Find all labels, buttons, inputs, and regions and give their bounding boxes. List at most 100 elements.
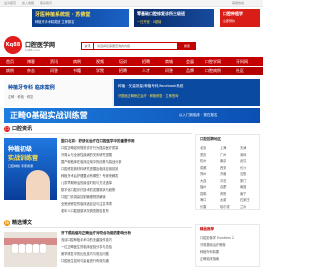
subnav-item[interactable]: 社区 <box>236 67 244 75</box>
city-link[interactable]: 海口 <box>200 197 206 202</box>
nav-item[interactable]: 博客 <box>27 57 35 66</box>
subnav-item[interactable]: 招聘 <box>119 67 127 75</box>
city-link[interactable]: 昆明 <box>200 191 206 196</box>
city-link[interactable]: 沈阳 <box>240 171 246 176</box>
city-link[interactable]: 郑州 <box>200 171 206 176</box>
ad-banner-middle[interactable]: 零基础口腔修复诊所三级班 一日开班 · 0基础 <box>134 9 214 27</box>
recommend-item[interactable]: 口腔影像学 Frontiers 2 <box>200 235 234 240</box>
city-link[interactable]: 杭州 <box>200 158 206 163</box>
news-item[interactable]: 种植牙术后护理要点有哪些？专家来解答 <box>61 173 191 180</box>
news-item[interactable]: 口腔修复新材料研究进展及临床应用前景 <box>61 166 191 173</box>
search-category-select[interactable]: 资讯 <box>81 42 93 50</box>
city-link[interactable]: 北京 <box>200 145 206 150</box>
subnav-item[interactable]: 问答 <box>50 67 58 75</box>
search-button[interactable]: 搜索 <box>178 42 196 50</box>
recommend-item[interactable]: 种植外科精要 <box>200 249 219 254</box>
topbar-link[interactable]: 加入收藏 <box>22 1 34 5</box>
subnav-item[interactable]: 人才 <box>142 67 150 75</box>
city-link[interactable]: 兰州 <box>240 204 246 209</box>
city-link[interactable]: 厦门 <box>240 178 246 183</box>
hero-banner-right[interactable]: 种植 · 矢量测量/种植专科/facebook系统 牙颌面正畸矫正治疗 · 种植… <box>114 79 260 106</box>
ad-banner-left[interactable]: 牙医种植系统班 · 苏佛堂 种植牙手术精英班 立即报名 <box>32 9 129 27</box>
city-link[interactable]: 青岛 <box>220 178 226 183</box>
city-link[interactable]: 哈尔滨 <box>220 204 230 209</box>
subnav-item[interactable]: 书籍 <box>73 67 81 75</box>
city-link[interactable]: 合肥 <box>220 184 226 189</box>
nav-item[interactable]: 资讯 <box>50 57 58 66</box>
city-link[interactable]: 上海 <box>220 145 226 150</box>
tooth-shape <box>26 244 32 253</box>
city-link[interactable]: 成都 <box>200 165 206 170</box>
ad-left-title: 牙医种植系统班 · 苏佛堂 <box>35 12 91 18</box>
city-link[interactable]: 贵阳 <box>220 191 226 196</box>
news-section-icon: 口 <box>4 126 10 132</box>
news-item[interactable]: 口腔正畸如何规范诊疗行为提高医疗质量 <box>61 145 191 152</box>
city-link[interactable]: 深圳 <box>240 152 246 157</box>
city-link[interactable]: 南京 <box>220 158 226 163</box>
nav-item[interactable]: 招聘 <box>142 57 150 66</box>
topbar-link[interactable]: 设为首页 <box>4 1 16 5</box>
recommend-item[interactable]: 正畸临床指南 <box>200 256 219 261</box>
blog-item[interactable]: 美学修复中的比色技巧与常见问题 <box>61 251 191 258</box>
news-item[interactable]: 口腔门诊感染控制管理规范解读 <box>61 194 191 201</box>
tooth-shape <box>19 244 25 253</box>
ad-right-sub: 立即预约 <box>223 19 236 23</box>
dental-photo[interactable] <box>4 232 57 267</box>
city-link[interactable]: 长沙 <box>240 165 246 170</box>
blog-item[interactable]: 浅谈口腔种植手术中的无菌操作技巧 <box>61 237 191 244</box>
city-link[interactable]: 西安 <box>220 165 226 170</box>
news-item[interactable]: 全瓷冠修复的临床适应证与注意事项 <box>61 201 191 208</box>
hero-left-title: 种植牙专科 临床案例 <box>8 85 55 91</box>
city-link[interactable]: 广州 <box>220 152 226 157</box>
ad-banner-right[interactable]: 口腔种植学 立即预约 <box>220 9 260 27</box>
search-input[interactable] <box>93 42 178 50</box>
logo-mark: Kq88 <box>5 42 21 48</box>
nav-item[interactable]: 会展 <box>186 57 194 66</box>
news-item[interactable]: 儿童早期矫治的最佳时机与方法选择 <box>61 180 191 187</box>
nav-item[interactable]: 病例 <box>73 57 81 66</box>
blog-item[interactable]: 一位正畸医生的临床经验分享与总结 <box>61 244 191 251</box>
city-link[interactable]: 福州 <box>200 184 206 189</box>
news-item[interactable]: 老年人口腔健康状况调查报告发布 <box>61 208 191 215</box>
blog-headline[interactable]: 牙下颌后缩与正畸治疗对咬合功能的影响分析 <box>61 230 191 237</box>
hero-banner[interactable]: 种植牙专科 临床案例 正畸 · 种植 · 修复 种植 · 矢量测量/种植专科/f… <box>4 79 260 106</box>
subnav-item[interactable]: 病例 <box>6 67 14 75</box>
subnav-item[interactable]: 口腔病例 <box>205 67 221 75</box>
nav-item[interactable]: 首页 <box>6 57 14 66</box>
news-item[interactable]: 牙周炎与全身性疾病的关系研究进展 <box>61 152 191 159</box>
city-link[interactable]: 重庆 <box>200 152 206 157</box>
news-headline[interactable]: 国口北京：舒适化治疗在口腔医学中的重要作用 <box>61 138 191 145</box>
subnav-item[interactable]: 问答 <box>165 67 173 75</box>
blog-item[interactable]: 口腔医生如何与患者进行有效沟通 <box>61 258 191 265</box>
nav-item[interactable]: 商城 <box>165 57 173 66</box>
training-banner[interactable]: 正畸0基础实战训练营 从入门到临床 · 现在报名 <box>4 108 260 123</box>
nav-item[interactable]: 视频 <box>96 57 104 66</box>
hero-left-sub: 正畸 · 种植 · 修复 <box>8 95 34 99</box>
hero-banner-left[interactable]: 种植牙专科 临床案例 正畸 · 种植 · 修复 <box>4 79 112 106</box>
section-divider <box>4 227 192 228</box>
main-nav: 首页 博客 资讯 病例 视频 培训 招聘 商城 会展 口腔学网 牙科网 <box>0 57 263 66</box>
city-link[interactable]: 石家庄 <box>240 197 250 202</box>
news-item[interactable]: 数字化口腔诊疗技术的发展现状与趋势 <box>61 187 191 194</box>
topbar-link[interactable]: 联系我们 <box>40 1 52 5</box>
city-link[interactable]: 南昌 <box>240 184 246 189</box>
news-item[interactable]: 国产种植体在临床应用中的优势与挑战分析 <box>61 159 191 166</box>
recommend-item[interactable]: 牙周基础治疗教程 <box>200 242 226 247</box>
subnav-item[interactable]: 品牌 <box>186 67 194 75</box>
city-link[interactable]: 济南 <box>220 171 226 176</box>
city-link[interactable]: 大连 <box>200 178 206 183</box>
subnav-item[interactable]: 学院 <box>96 67 104 75</box>
city-link[interactable]: 天津 <box>240 145 246 150</box>
city-link[interactable]: 长春 <box>200 204 206 209</box>
ad-left-sub: 种植牙手术精英班 立即报名 <box>35 20 75 24</box>
site-logo[interactable]: Kq88 <box>4 36 22 54</box>
topbar-link[interactable]: 客服热线 <box>232 1 244 5</box>
city-link[interactable]: 南宁 <box>240 191 246 196</box>
city-link[interactable]: 太原 <box>220 197 226 202</box>
nav-item[interactable]: 培训 <box>119 57 127 66</box>
promo-card[interactable]: 种植初级 实战训练营 口腔种植 专家授课 <box>4 138 57 200</box>
city-link[interactable]: 武汉 <box>240 158 246 163</box>
nav-item[interactable]: 口腔学网 <box>205 57 221 66</box>
nav-item[interactable]: 牙科网 <box>236 57 248 66</box>
subnav-item[interactable]: 杂志 <box>27 67 35 75</box>
